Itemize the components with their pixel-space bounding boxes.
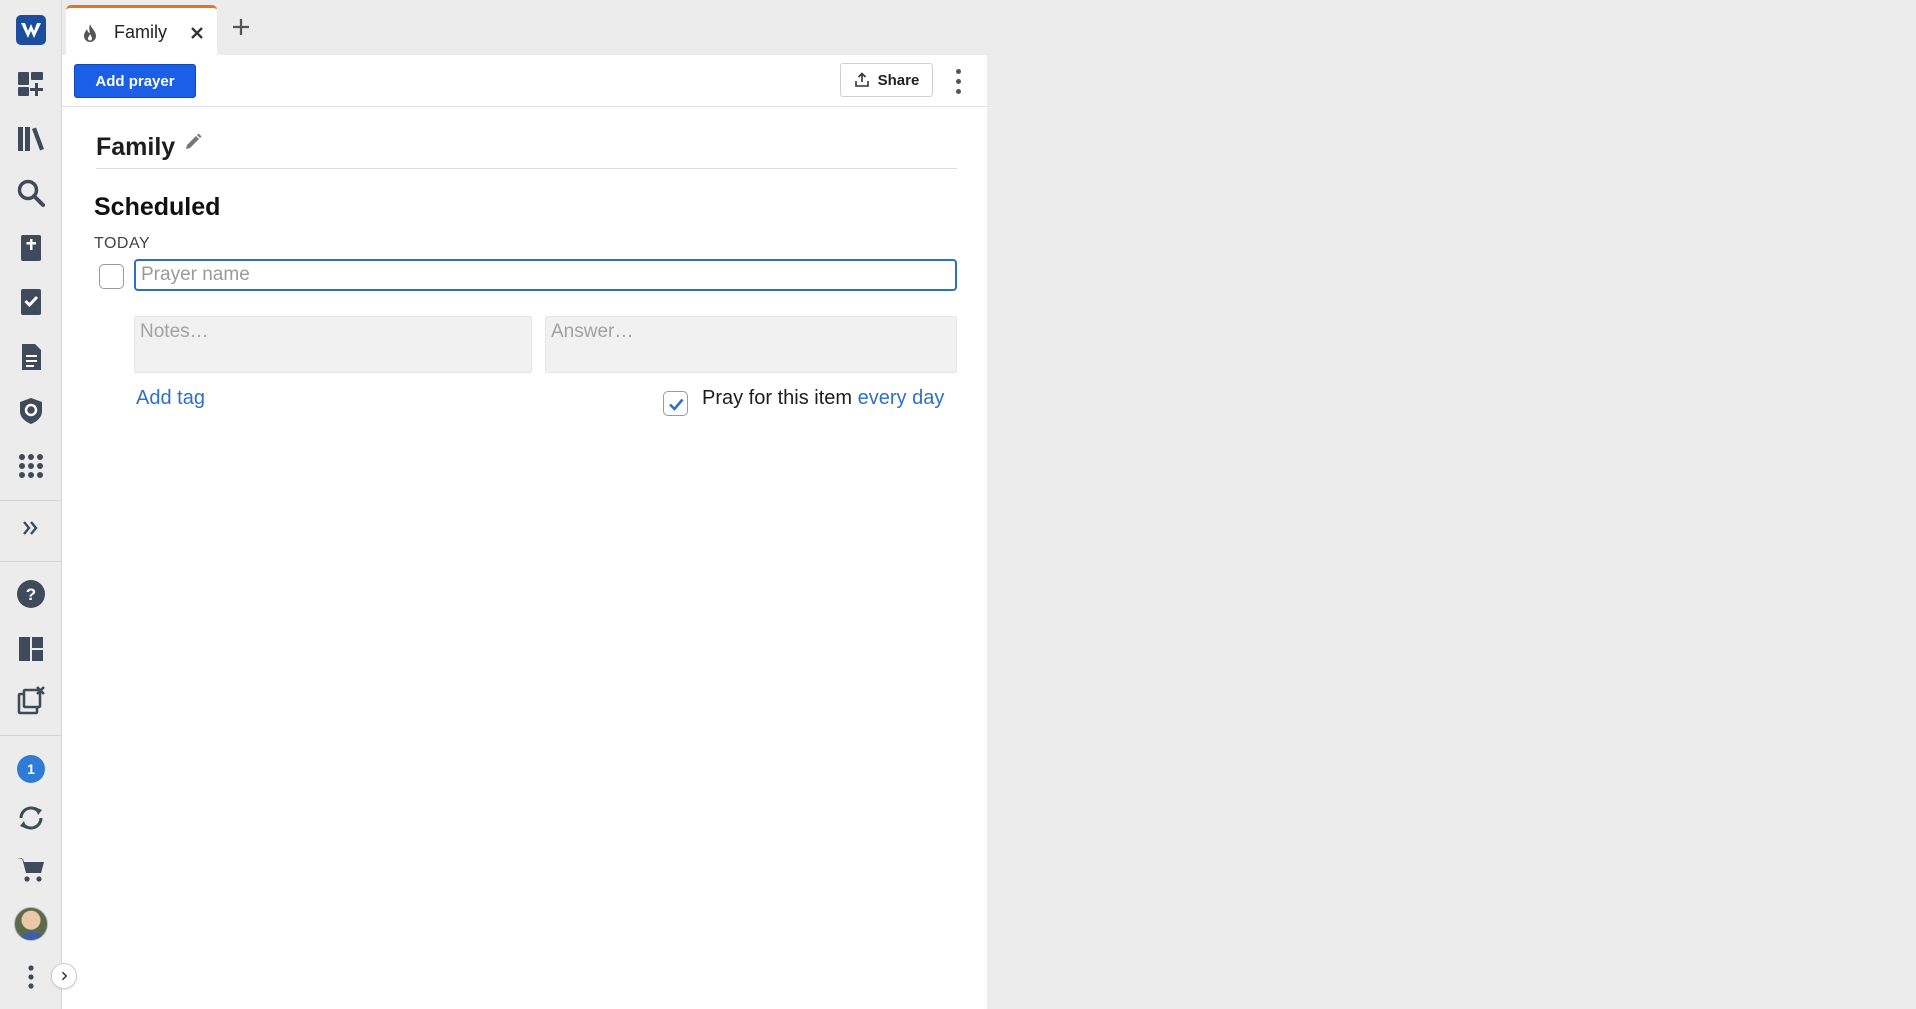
rail-divider (0, 500, 62, 501)
share-icon (854, 72, 869, 87)
prayer-flame-icon (84, 24, 96, 42)
layouts-icon[interactable] (11, 629, 51, 669)
more-icon[interactable] (11, 957, 51, 997)
chevron-right-icon (61, 971, 68, 981)
prayer-complete-checkbox[interactable] (99, 264, 124, 289)
reading-plan-icon[interactable] (11, 282, 51, 322)
user-avatar (14, 907, 48, 941)
svg-text:?: ? (26, 585, 36, 604)
checkmark-icon (668, 398, 683, 411)
date-group-label: TODAY (94, 235, 151, 252)
left-rail: ? 1 (0, 0, 62, 1009)
add-tag-link[interactable]: Add tag (136, 387, 205, 410)
add-panel-icon[interactable] (11, 64, 51, 104)
sync-icon[interactable] (11, 798, 51, 838)
bible-icon[interactable] (11, 228, 51, 268)
list-title: Family (96, 133, 176, 161)
avatar[interactable] (11, 904, 51, 944)
rail-divider (0, 735, 62, 736)
notifications-badge[interactable]: 1 (11, 749, 51, 789)
tab-family[interactable]: Family (66, 5, 217, 55)
add-prayer-button[interactable]: Add prayer (74, 64, 196, 98)
collapse-toggle-button[interactable] (51, 963, 77, 989)
edit-pencil-icon[interactable] (183, 132, 203, 152)
add-tab-icon[interactable] (228, 14, 254, 40)
notification-count: 1 (17, 755, 45, 783)
guides-icon[interactable] (11, 391, 51, 431)
app-logo[interactable] (11, 10, 51, 50)
pray-schedule-text: Pray for this item every day (702, 387, 944, 410)
panel-toolbar: Add prayer Share (62, 55, 987, 107)
tab-bar: Family (62, 0, 1916, 55)
close-icon[interactable] (188, 24, 206, 42)
help-icon[interactable]: ? (11, 574, 51, 614)
rail-divider (0, 561, 62, 562)
cart-icon[interactable] (11, 849, 51, 889)
document-icon[interactable] (11, 337, 51, 377)
share-label: Share (877, 71, 920, 89)
answer-field[interactable] (545, 316, 957, 373)
pray-daily-checkbox[interactable] (663, 391, 688, 416)
panel-menu-icon[interactable] (947, 65, 969, 97)
close-panels-icon[interactable] (11, 681, 51, 721)
apps-grid-icon[interactable] (11, 446, 51, 486)
search-icon[interactable] (11, 173, 51, 213)
expand-rail-icon[interactable] (11, 508, 51, 548)
prayer-list-panel: Add prayer Share Family Scheduled TODAY … (62, 55, 987, 1009)
share-button[interactable]: Share (840, 63, 933, 97)
notes-field[interactable] (134, 316, 532, 373)
section-heading: Scheduled (94, 193, 221, 221)
frequency-link[interactable]: every day (858, 387, 945, 409)
prayer-name-input[interactable] (134, 259, 957, 291)
tab-label: Family (114, 22, 167, 42)
title-divider (96, 168, 957, 169)
pray-label: Pray for this item (702, 387, 853, 409)
library-icon[interactable] (11, 119, 51, 159)
